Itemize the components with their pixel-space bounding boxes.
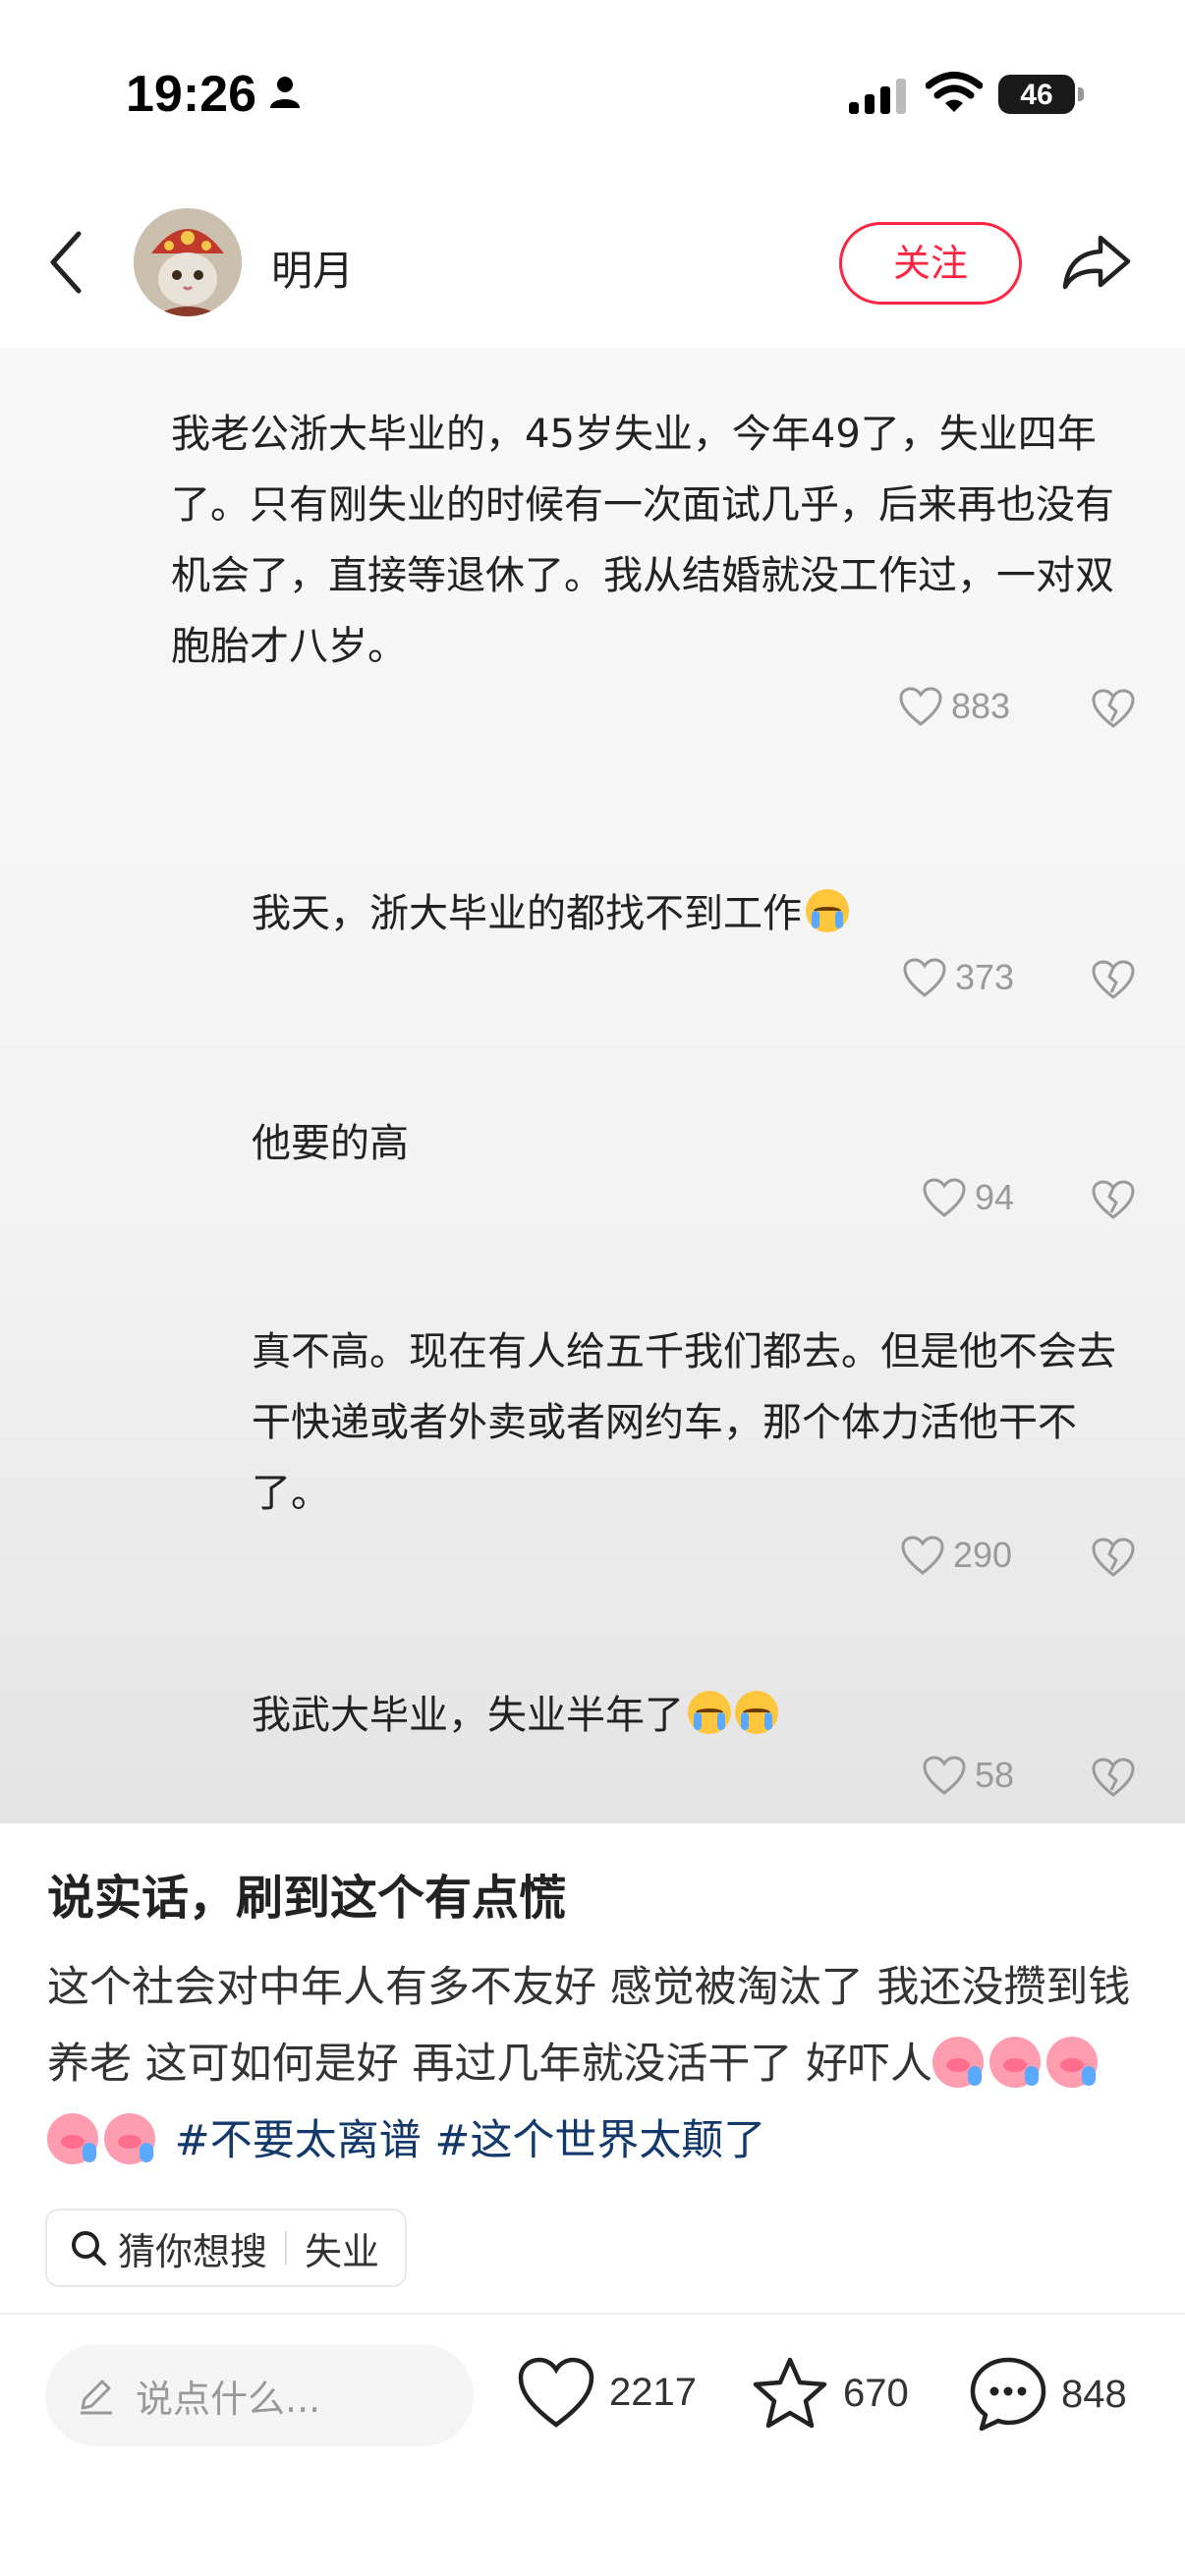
- comment-input[interactable]: 说点什么...: [45, 2344, 474, 2446]
- reply-like[interactable]: 94: [922, 1177, 1014, 1218]
- wifi-icon: [926, 72, 983, 112]
- author-name[interactable]: 明月: [271, 238, 354, 298]
- hashtag[interactable]: #这个世界太颠了: [434, 2116, 765, 2165]
- comment-text: 我老公浙大毕业的，45岁失业，今年49了，失业四年了。只有刚失业的时候有一次面试…: [171, 412, 1114, 669]
- post-image[interactable]: 我老公浙大毕业的，45岁失业，今年49了，失业四年了。只有刚失业的时候有一次面试…: [0, 348, 1185, 1823]
- pig-emoji-icon: [989, 2037, 1042, 2088]
- battery-level: 46: [1020, 79, 1053, 111]
- comment-like[interactable]: 883: [898, 686, 1010, 727]
- crying-emoji-icon: [735, 1691, 778, 1734]
- pig-emoji-icon: [932, 2037, 985, 2088]
- collect-button[interactable]: 670: [751, 2356, 909, 2431]
- like-count: 58: [975, 1755, 1015, 1795]
- post-title: 说实话，刷到这个有点慌: [47, 1871, 567, 1926]
- like-count: 94: [975, 1177, 1015, 1217]
- reply-text: 真不高。现在有人给五千我们都去。但是他不会去干快递或者外卖或者网约车，那个体力活…: [252, 1329, 1116, 1516]
- reply-text: 我武大毕业，失业半年了: [252, 1680, 1136, 1751]
- comment-placeholder: 说点什么...: [136, 2377, 321, 2421]
- heart-icon: [903, 958, 946, 997]
- reply-text: 我天，浙大毕业的都找不到工作: [252, 878, 1136, 949]
- share-icon[interactable]: [1061, 232, 1132, 291]
- cat-avatar-icon: [134, 208, 242, 316]
- dislike-icon[interactable]: [1091, 1537, 1136, 1578]
- back-arrow-icon[interactable]: [47, 228, 86, 297]
- heart-icon: [923, 1178, 966, 1217]
- reply-like[interactable]: 290: [900, 1535, 1012, 1576]
- signal-icon: [849, 79, 906, 114]
- follow-button[interactable]: 关注: [839, 222, 1022, 305]
- search-icon: [72, 2231, 106, 2266]
- heart-icon: [518, 2357, 594, 2428]
- dislike-icon[interactable]: [1091, 1757, 1136, 1798]
- pig-emoji-icon: [47, 2113, 98, 2164]
- person-icon: [270, 77, 300, 108]
- post-body: 这个社会对中年人有多不友好 感觉被淘汰了 我还没攒到钱养老 这可如何是好 再过几…: [47, 1949, 1148, 2179]
- reply-like[interactable]: 373: [902, 957, 1014, 998]
- comment-count: 848: [1061, 2372, 1127, 2416]
- battery-indicator: 46: [998, 75, 1075, 114]
- pig-emoji-icon: [104, 2113, 155, 2164]
- heart-icon: [923, 1756, 966, 1795]
- star-icon: [753, 2357, 827, 2429]
- battery-tip: [1078, 87, 1084, 101]
- chip-separator: [285, 2231, 288, 2265]
- status-bar: 19:26 46: [0, 0, 1185, 196]
- pencil-icon: [81, 2380, 112, 2415]
- collect-count: 670: [843, 2371, 909, 2415]
- like-count: 883: [951, 686, 1011, 726]
- bottom-divider: [0, 2313, 1185, 2315]
- dislike-icon[interactable]: [1091, 959, 1136, 1000]
- like-count: 373: [955, 957, 1015, 997]
- dislike-icon[interactable]: [1091, 688, 1136, 729]
- like-button[interactable]: 2217: [517, 2356, 697, 2429]
- chat-bubble-icon: [970, 2357, 1046, 2432]
- reply-like[interactable]: 58: [922, 1755, 1014, 1796]
- heart-icon: [899, 687, 942, 726]
- like-count: 290: [953, 1535, 1013, 1575]
- hashtag[interactable]: #不要太离谱: [175, 2116, 422, 2165]
- author-avatar[interactable]: [134, 208, 242, 316]
- dislike-icon[interactable]: [1091, 1179, 1136, 1220]
- reply-text-content: 我天，浙大毕业的都找不到工作: [252, 891, 802, 936]
- status-time: 19:26: [126, 66, 256, 123]
- comment-button[interactable]: 848: [969, 2356, 1127, 2433]
- suggested-search-chip[interactable]: 猜你想搜 失业: [45, 2209, 408, 2287]
- heart-icon: [901, 1536, 944, 1575]
- search-chip-label: 猜你想搜: [118, 2229, 268, 2273]
- crying-emoji-icon: [806, 889, 849, 932]
- like-count: 2217: [609, 2370, 697, 2414]
- search-chip-keyword: 失业: [305, 2229, 380, 2273]
- reply-text-content: 我武大毕业，失业半年了: [252, 1693, 684, 1738]
- pig-emoji-icon: [1046, 2037, 1099, 2088]
- crying-emoji-icon: [688, 1691, 731, 1734]
- reply-text: 他要的高: [252, 1121, 409, 1166]
